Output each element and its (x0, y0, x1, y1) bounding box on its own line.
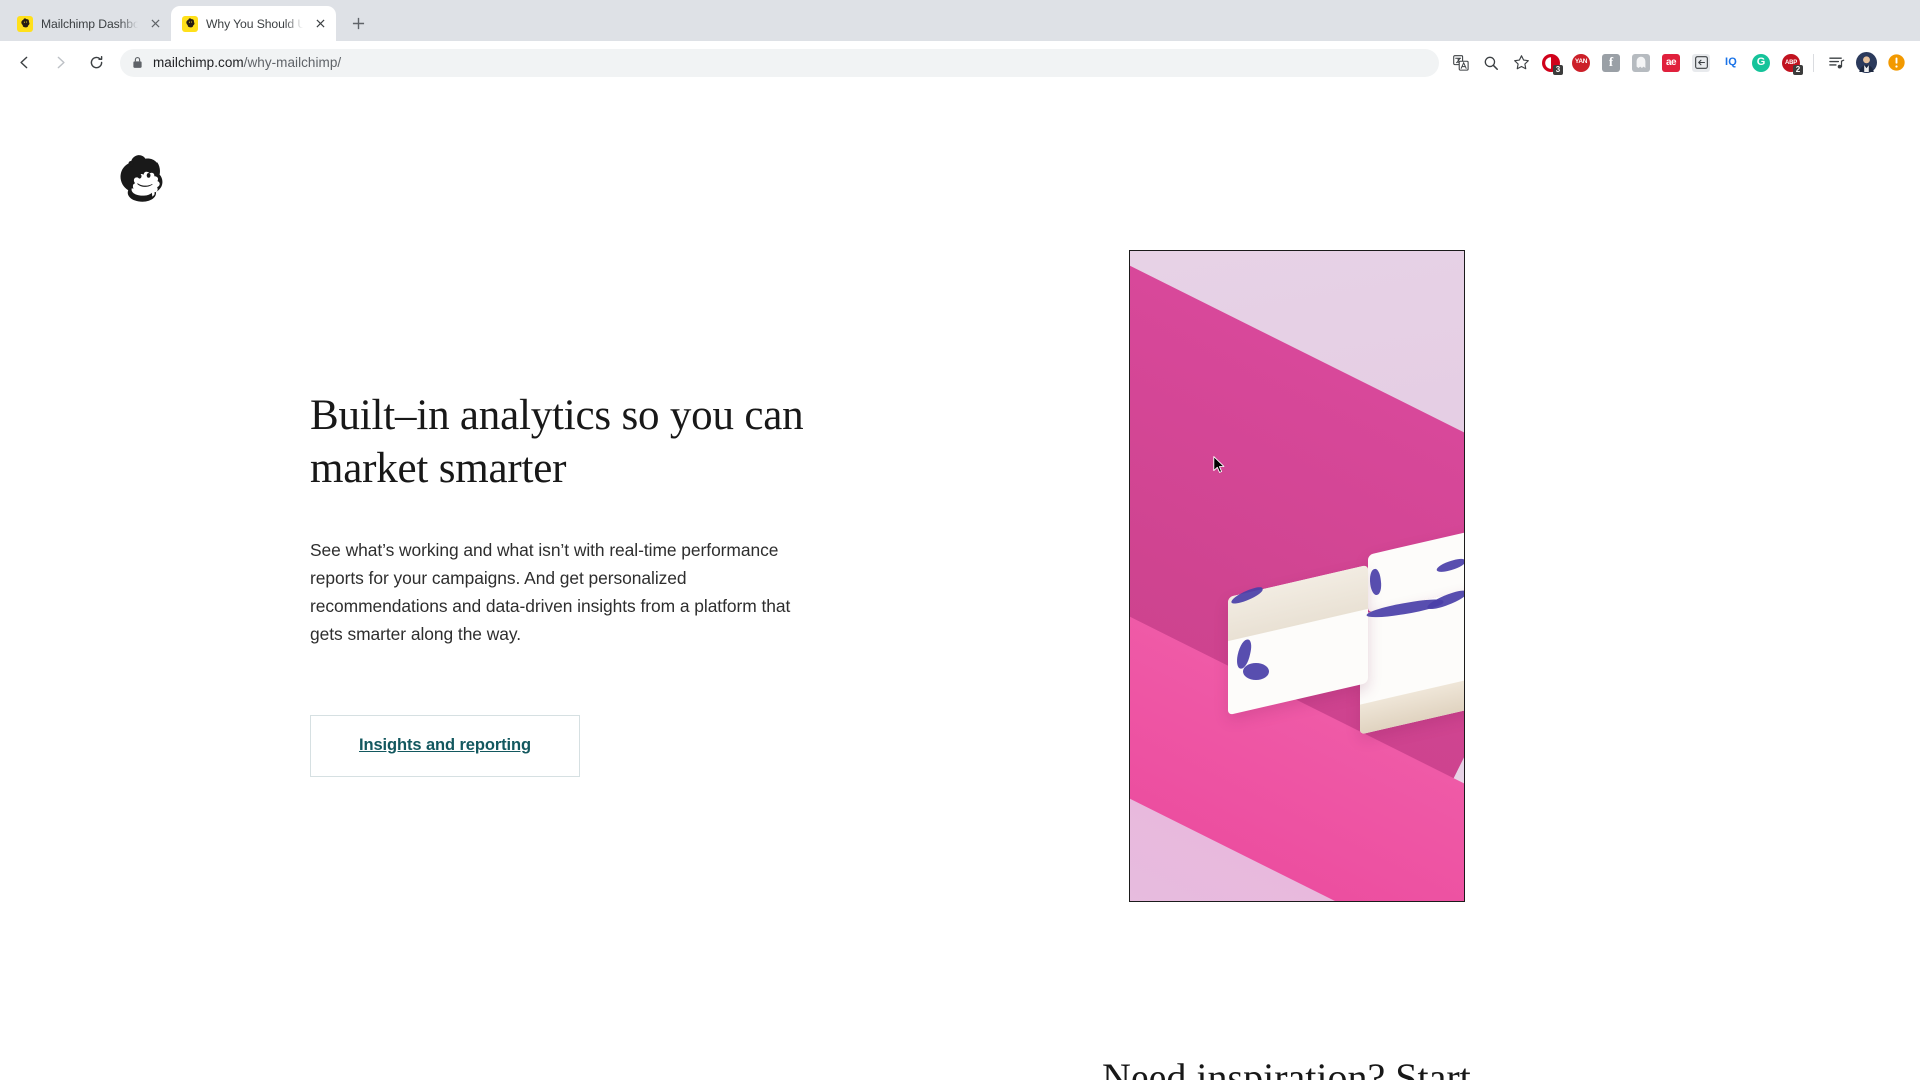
extension-label: G (1752, 53, 1770, 72)
browser-window: Mailchimp Dashboard | Teaching Why You S… (0, 0, 1920, 1080)
mailchimp-favicon (182, 15, 198, 32)
profile-avatar-icon[interactable] (1852, 49, 1880, 77)
translate-icon[interactable] (1447, 49, 1475, 77)
extension-badge-count: 3 (1553, 64, 1563, 75)
yandex-extension-icon[interactable]: YAN (1567, 49, 1595, 77)
tab-strip: Mailchimp Dashboard | Teaching Why You S… (0, 0, 1920, 41)
toolbar-icon-group: 3 YAN f ae IQ G ABP 2 (1447, 49, 1910, 77)
forward-button[interactable] (45, 48, 75, 78)
extension-label: f (1602, 53, 1620, 72)
section-two: Need inspiration? Start streaming (1102, 1053, 1522, 1080)
ae-extension-icon[interactable]: ae (1657, 49, 1685, 77)
hero-section: Built–in analytics so you can market sma… (310, 390, 870, 777)
adblockplus-extension-icon[interactable]: ABP 2 (1777, 49, 1805, 77)
browser-toolbar: mailchimp.com/why-mailchimp/ 3 YAN f ae … (0, 41, 1920, 85)
url-path: /why-mailchimp/ (243, 55, 342, 70)
lock-icon (132, 56, 143, 69)
search-page-icon[interactable] (1477, 49, 1505, 77)
reload-button[interactable] (81, 48, 111, 78)
extension-label: IQ (1724, 56, 1737, 68)
page-title: Built–in analytics so you can market sma… (310, 392, 804, 492)
extension-label: ae (1662, 53, 1680, 72)
ghostery-extension-icon[interactable] (1627, 49, 1655, 77)
sugar-cubes-photo (1129, 250, 1465, 902)
mailchimp-favicon (17, 15, 33, 32)
browser-tab-2[interactable]: Why You Should Use Mailchimp (171, 6, 336, 41)
tab-close-button[interactable] (312, 16, 328, 32)
extension-badge-count: 2 (1793, 64, 1803, 75)
update-alert-icon[interactable] (1882, 49, 1910, 77)
address-bar[interactable]: mailchimp.com/why-mailchimp/ (120, 48, 1439, 77)
section-two-title: Need inspiration? Start streaming (1102, 1055, 1471, 1080)
page-content: Built–in analytics so you can market sma… (0, 85, 1920, 1080)
reading-list-icon[interactable] (1822, 49, 1850, 77)
grammarly-extension-icon[interactable]: G (1747, 49, 1775, 77)
url-domain: mailchimp.com (153, 55, 244, 70)
hero-description: See what’s working and what isn’t with r… (310, 539, 791, 645)
flower-petal (1243, 663, 1269, 680)
back-button[interactable] (9, 48, 39, 78)
browser-tab-1[interactable]: Mailchimp Dashboard | Teaching (6, 6, 171, 41)
bookmark-star-icon[interactable] (1507, 49, 1535, 77)
iq-extension-icon[interactable]: IQ (1717, 49, 1745, 77)
tab-title: Mailchimp Dashboard | Teaching (41, 16, 139, 31)
mailchimp-freddie-logo[interactable] (116, 153, 174, 205)
insights-and-reporting-button[interactable]: Insights and reporting (310, 714, 580, 777)
url-text: mailchimp.com/why-mailchimp/ (153, 55, 341, 70)
tab-title: Why You Should Use Mailchimp (206, 16, 304, 31)
new-tab-button[interactable] (344, 9, 372, 37)
adblock-extension-icon[interactable]: 3 (1537, 49, 1565, 77)
facebook-extension-icon[interactable]: f (1597, 49, 1625, 77)
tab-close-button[interactable] (147, 16, 163, 32)
extension-label: YAN (1572, 53, 1590, 72)
photo-inner (1130, 251, 1464, 901)
toolbar-divider (1813, 53, 1814, 72)
pocket-extension-icon[interactable] (1687, 49, 1715, 77)
